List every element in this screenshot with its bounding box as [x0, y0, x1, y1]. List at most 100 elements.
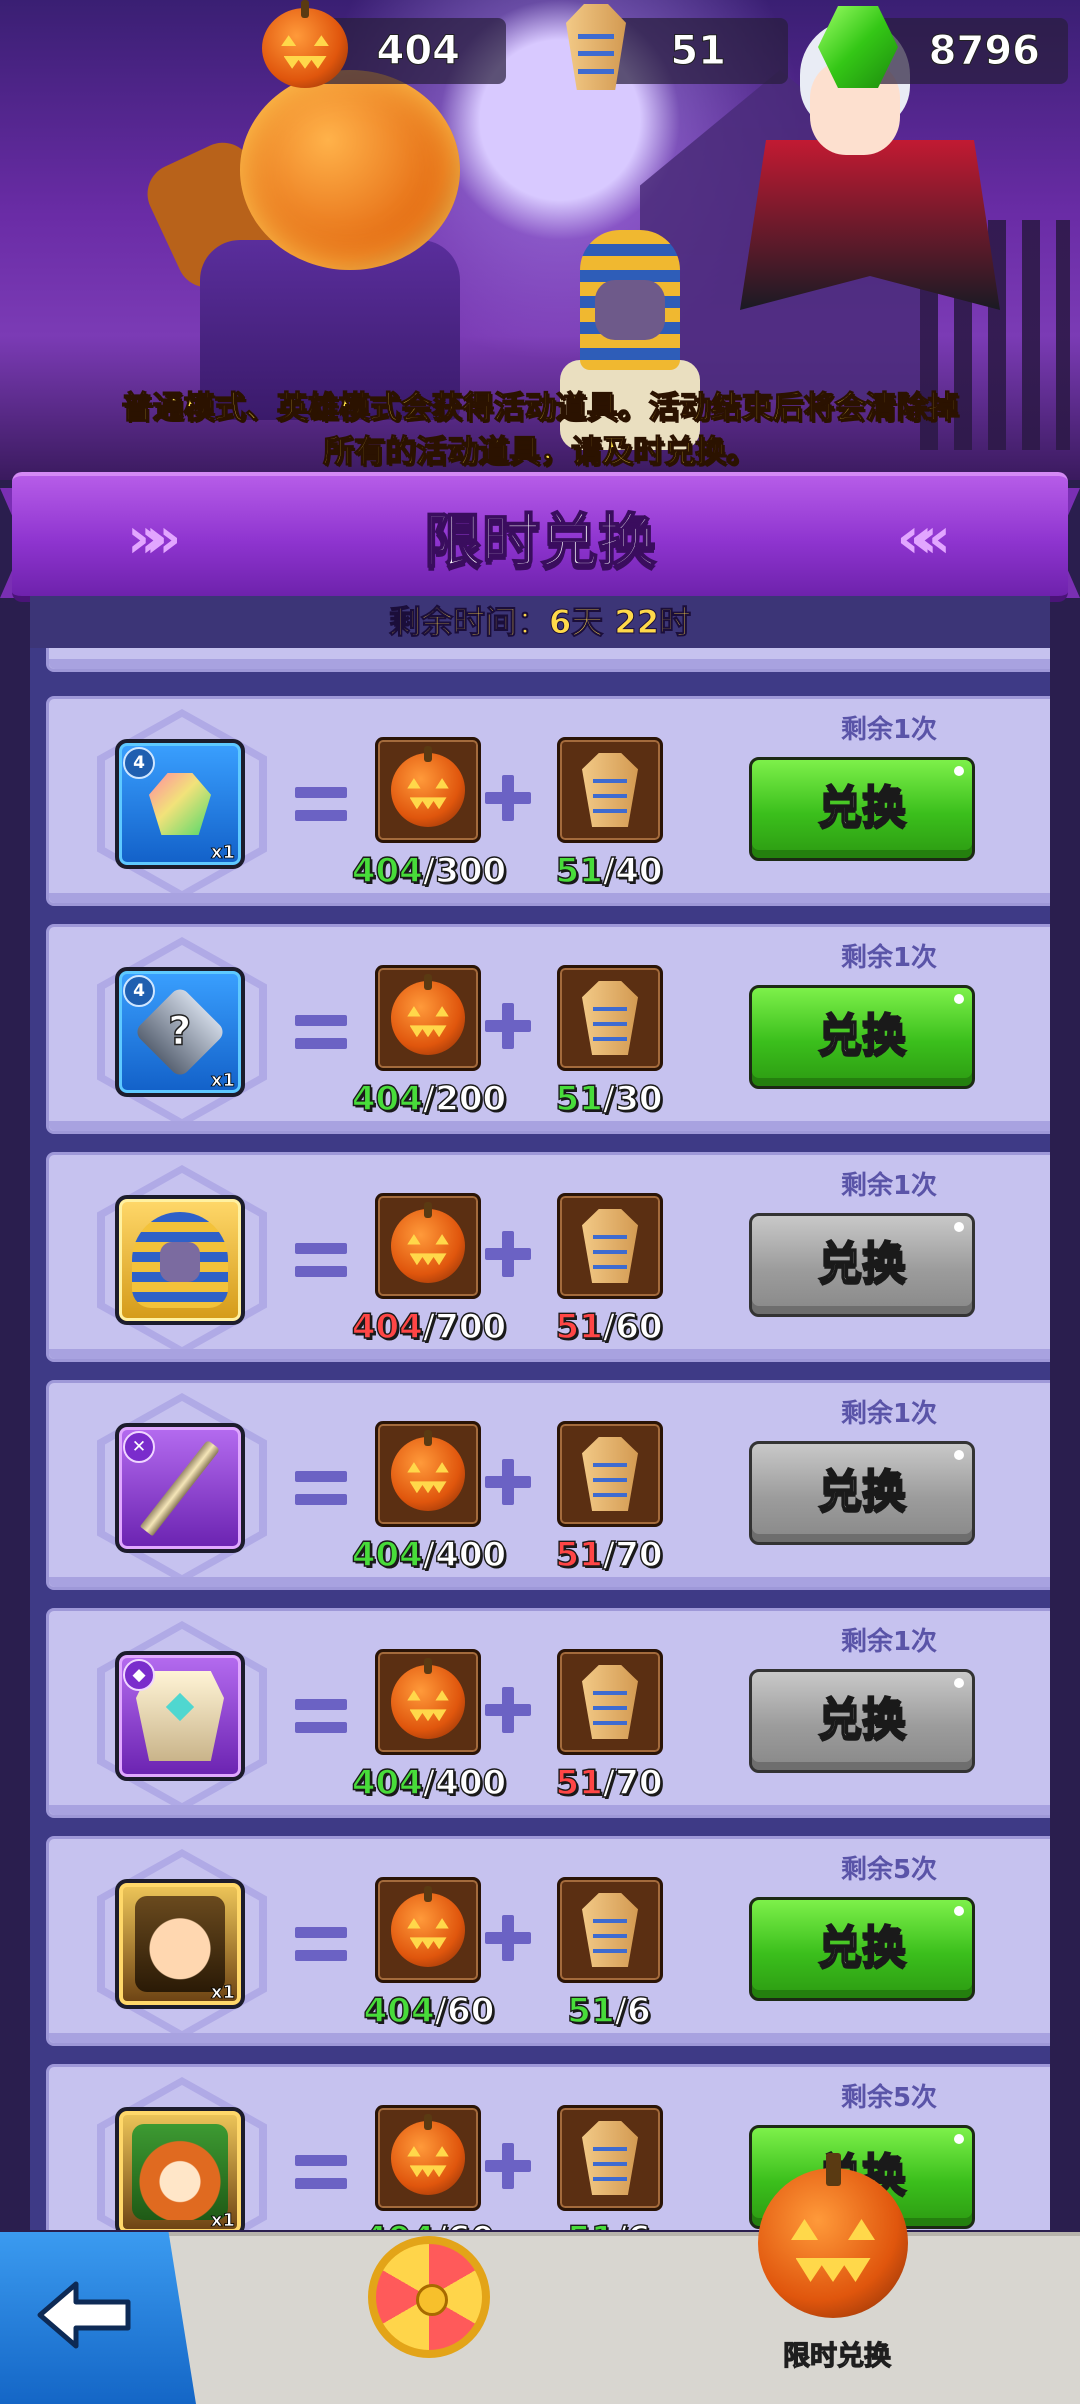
rainbow-gem-icon[interactable]: 4 x1: [115, 739, 245, 869]
armor-type-badge: ◆: [123, 1659, 155, 1691]
coffin-cost-slot: [557, 965, 663, 1071]
pumpkin-owned: 404: [351, 1078, 423, 1119]
coffin-icon: [566, 4, 626, 90]
pumpkin-owned: 404: [351, 1762, 423, 1803]
pumpkin-required: /300: [422, 850, 507, 891]
coffin-required: /30: [602, 1078, 663, 1119]
exchange-button[interactable]: 兑换: [749, 1213, 975, 1317]
pumpkin-cost: 404/200: [339, 1078, 519, 1119]
coffin-cost-slot: [557, 1649, 663, 1755]
exchange-list[interactable]: 404/450 51/42 4 x1 404/300 51/40 剩余1次 兑换…: [30, 648, 1050, 2230]
coffin-icon: [582, 981, 638, 1055]
exchange-row: 404/700 51/60 剩余1次 兑换: [46, 1152, 1050, 1362]
coffin-icon: [582, 1893, 638, 1967]
pumpkin-icon: [391, 1429, 465, 1511]
pumpkin-required: /200: [422, 1078, 507, 1119]
exchange-button[interactable]: 兑换: [749, 1441, 975, 1545]
coffin-icon: [582, 1209, 638, 1283]
pumpkin-cost-slot: [375, 1649, 481, 1755]
pumpkin-count: 404: [376, 28, 461, 75]
event-notice-line2: 所有的活动道具，请及时兑换。: [322, 433, 757, 470]
coffin-cost-slot: [557, 1421, 663, 1527]
pumpkin-cost-slot: [375, 2105, 481, 2211]
coffin-icon: [582, 1437, 638, 1511]
exchange-button[interactable]: 兑换: [749, 1669, 975, 1773]
exchange-row: ◆ 404/400 51/70 剩余1次 兑换: [46, 1608, 1050, 1818]
level-badge: 4: [123, 747, 155, 779]
event-pumpkin-icon[interactable]: [758, 2153, 908, 2318]
coffin-icon: [582, 753, 638, 827]
coffin-cost: 51/70: [519, 1762, 699, 1803]
pumpkin-owned: 404: [351, 1306, 423, 1347]
pumpkin-cost-slot: [375, 1193, 481, 1299]
exchange-button[interactable]: 兑换: [749, 985, 975, 1089]
pumpkin-cost-partial: 404/450: [339, 648, 519, 657]
equals-icon: [295, 1927, 347, 1961]
pumpkin-icon: [391, 2113, 465, 2195]
coffin-cost-slot: [557, 2105, 663, 2211]
chevron-left-icon: ««: [896, 506, 952, 571]
pumpkin-required: /400: [422, 1762, 507, 1803]
coffin-icon: [582, 2121, 638, 2195]
coffin-cost-partial: 51/42: [519, 648, 699, 657]
plus-icon: [485, 1687, 531, 1733]
pumpkin-cost: 404/400: [339, 1762, 519, 1803]
sword-icon[interactable]: ✕: [115, 1423, 245, 1553]
equals-icon: [295, 1243, 347, 1277]
back-arrow-icon: [37, 2281, 131, 2349]
pumpkin-icon: [391, 1885, 465, 1967]
panda-hero-shard-icon[interactable]: x1: [115, 2107, 245, 2230]
elf-hero-shard-icon[interactable]: x1: [115, 1879, 245, 2009]
plus-icon: [485, 1231, 531, 1277]
pumpkin-icon: [391, 745, 465, 827]
pumpkin-icon: [391, 1657, 465, 1739]
pumpkin-owned: 404: [363, 2218, 435, 2230]
coffin-cost: 51/40: [519, 850, 699, 891]
coffin-required: /40: [602, 850, 663, 891]
pumpkin-cost: 404/400: [339, 1534, 519, 1575]
coffin-owned: 51: [555, 1306, 604, 1347]
coffin-cost-slot: [557, 1193, 663, 1299]
equals-icon: [295, 1699, 347, 1733]
pumpkin-cost-slot: [375, 1421, 481, 1527]
remaining-count: 剩余1次: [840, 1627, 938, 1657]
exchange-row: 4 x1 404/300 51/40 剩余1次 兑换: [46, 696, 1050, 906]
coffin-required: /70: [602, 1534, 663, 1575]
exchange-row-partial: 404/450 51/42: [46, 648, 1050, 672]
coffin-cost-slot: [557, 1877, 663, 1983]
exchange-row: x1 404/60 51/6 剩余5次 兑换: [46, 2064, 1050, 2230]
lucky-wheel-icon[interactable]: [368, 2236, 490, 2358]
coffin-owned: 51: [567, 1990, 616, 2031]
coffin-cost: 51/60: [519, 1306, 699, 1347]
plus-icon: [485, 775, 531, 821]
remaining-count: 剩余1次: [840, 1171, 938, 1201]
equals-icon: [295, 2155, 347, 2189]
coffin-cost: 51/30: [519, 1078, 699, 1119]
armor-icon[interactable]: ◆: [115, 1651, 245, 1781]
remaining-count: 剩余5次: [840, 2083, 938, 2113]
pumpkin-cost-slot: [375, 737, 481, 843]
remaining-count: 剩余5次: [840, 1855, 938, 1885]
exchange-row: ? 4 x1 404/200 51/30 剩余1次 兑换: [46, 924, 1050, 1134]
remaining-count: 剩余1次: [840, 1399, 938, 1429]
exchange-button[interactable]: 兑换: [749, 757, 975, 861]
exchange-button[interactable]: 兑换: [749, 1897, 975, 2001]
mystery-box-icon[interactable]: ? 4 x1: [115, 967, 245, 1097]
coffin-cost: 51/6: [519, 2218, 699, 2230]
pumpkin-required: /700: [422, 1306, 507, 1347]
back-button[interactable]: [0, 2232, 196, 2404]
event-notice-line1: 普通模式、英雄模式会获得活动道具。活动结束后将会清除掉: [121, 389, 959, 426]
remaining-count: 剩余1次: [840, 715, 938, 745]
coffin-cost-slot: [557, 737, 663, 843]
gem-count: 8796: [928, 28, 1040, 75]
pumpkin-required: /400: [422, 1534, 507, 1575]
coffin-required: /60: [602, 1306, 663, 1347]
pharaoh-hero-icon[interactable]: [115, 1195, 245, 1325]
pumpkin-cost-slot: [375, 1877, 481, 1983]
coffin-cost: 51/6: [519, 1990, 699, 2031]
coffin-count: 51: [670, 28, 727, 75]
pumpkin-owned: 404: [351, 1534, 423, 1575]
coffin-owned: 51: [555, 850, 604, 891]
nav-label-exchange[interactable]: 限时兑换: [752, 2334, 922, 2373]
plus-icon: [485, 2143, 531, 2189]
